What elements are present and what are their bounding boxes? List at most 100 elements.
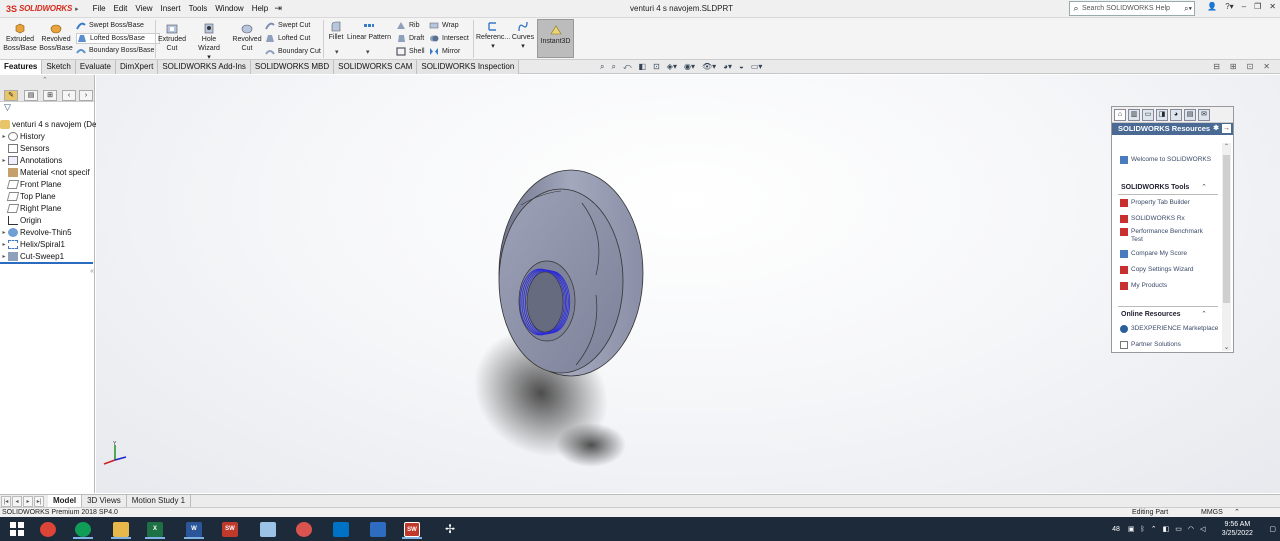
battery-icon[interactable]: ▭ (1175, 525, 1182, 533)
tree-item-right-plane[interactable]: Right Plane (0, 202, 61, 214)
custom-properties-icon[interactable]: ▤ (1184, 109, 1196, 121)
start-button[interactable] (3, 519, 31, 539)
zoom-area-icon[interactable]: ⌕ (611, 62, 615, 72)
shell-button[interactable]: Shell (396, 47, 425, 56)
tab-cam[interactable]: SOLIDWORKS CAM (334, 60, 418, 74)
property-tab-builder-link[interactable]: Property Tab Builder (1120, 199, 1190, 207)
tab-features[interactable]: Features (0, 60, 43, 74)
logo-arrow-icon[interactable]: ▸ (75, 5, 79, 13)
dynamic-annotation-icon[interactable]: ⊡ (653, 62, 660, 72)
forum-icon[interactable]: ✉ (1198, 109, 1210, 121)
taskbar-notepad[interactable] (254, 519, 282, 539)
search-go-icon[interactable]: ⌕▾ (1184, 4, 1192, 14)
benchmark-link[interactable]: Performance Benchmark Test (1120, 228, 1216, 244)
configuration-manager-tab-icon[interactable]: ⊞ (43, 90, 57, 101)
hide-show-items-icon[interactable]: 👁▾ (702, 62, 716, 72)
feature-tree-tab-icon[interactable]: ✎ (4, 90, 18, 101)
appearances-icon[interactable]: ◕ (1170, 109, 1182, 121)
revolved-cut-button[interactable]: Revolved Cut (231, 23, 263, 53)
scene-icon[interactable]: ◒ (739, 62, 744, 72)
scroll-down-icon[interactable]: ⌄ (1222, 343, 1231, 351)
expand-icon[interactable]: ▸ (0, 157, 8, 164)
tree-item-annotations[interactable]: ▸ Annotations (0, 154, 62, 166)
taskbar-excel[interactable]: X (141, 519, 169, 539)
lofted-boss-button[interactable]: Lofted Boss/Base (76, 33, 160, 44)
graphics-tile-icon[interactable]: ⊞ (1230, 62, 1237, 71)
minimize-icon[interactable]: – (1242, 2, 1246, 11)
menu-view[interactable]: View (131, 4, 156, 13)
home-icon[interactable]: ⌂ (1114, 109, 1126, 121)
tab-sketch[interactable]: Sketch (42, 60, 76, 74)
tree-item-front-plane[interactable]: Front Plane (0, 178, 61, 190)
panel-expand-icon[interactable]: « (90, 268, 94, 275)
tray-badge[interactable]: 48 (1112, 526, 1120, 533)
partner-solutions-link[interactable]: Partner Solutions (1120, 341, 1181, 349)
tree-item-revolve-thin5[interactable]: ▸ Revolve-Thin5 (0, 226, 72, 238)
menu-tools[interactable]: Tools (185, 4, 212, 13)
search-scope-icon[interactable]: ⌕ (1070, 3, 1082, 14)
tray-icon[interactable]: ▣ (1128, 525, 1135, 533)
expand-icon[interactable]: ▸ (0, 229, 8, 236)
taskbar-solidworks-active[interactable]: SW (398, 519, 426, 539)
units-dropdown-icon[interactable]: ⌃ (1234, 508, 1240, 517)
scroll-up-icon[interactable]: ⌃ (1222, 143, 1231, 150)
tree-item-material[interactable]: Material <not specif (0, 166, 90, 178)
reference-dropdown-icon[interactable]: ▾ (476, 42, 510, 51)
zoom-to-fit-icon[interactable]: ⌕ (600, 62, 604, 72)
graphics-maximize-icon[interactable]: ⊡ (1247, 62, 1254, 71)
part-model-viewport[interactable] (96, 75, 1280, 493)
curves-dropdown-icon[interactable]: ▾ (511, 42, 535, 51)
section-view-icon[interactable]: ◧ (639, 62, 647, 72)
tree-item-history[interactable]: ▸ History (0, 130, 45, 142)
clock[interactable]: 9:56 AM 3/25/2022 (1209, 520, 1265, 538)
swept-boss-button[interactable]: Swept Boss/Base (76, 21, 144, 30)
network-icon[interactable]: ◧ (1163, 525, 1170, 533)
taskbar-app-3[interactable]: ✢ (436, 519, 464, 539)
edit-appearance-icon[interactable]: ◕▾ (723, 62, 732, 72)
lofted-cut-button[interactable]: Lofted Cut (265, 34, 310, 43)
reference-geometry-button[interactable]: Referenc... ▾ (476, 21, 510, 51)
user-icon[interactable]: 👤 (1207, 2, 1217, 11)
compare-score-link[interactable]: Compare My Score (1120, 250, 1187, 258)
tab-scroll-left-icon[interactable]: ‹ (62, 90, 76, 101)
panel-collapse-icon[interactable]: ⌃ (42, 76, 48, 84)
taskbar-chrome-2[interactable] (69, 519, 97, 539)
graphics-restore-icon[interactable]: ⊟ (1213, 62, 1220, 71)
solidworks-rx-link[interactable]: SOLIDWORKS Rx (1120, 215, 1185, 223)
pin-menu-icon[interactable]: ⇥ (272, 3, 284, 14)
first-tab-icon[interactable]: |◂ (1, 495, 11, 507)
marketplace-link[interactable]: 3DEXPERIENCE Marketplace (1120, 325, 1218, 333)
file-explorer-icon[interactable]: ▭ (1142, 109, 1154, 121)
welcome-link[interactable]: Welcome to SOLIDWORKS (1120, 156, 1211, 164)
taskbar-chrome[interactable] (34, 519, 62, 539)
extruded-cut-button[interactable]: Extruded Cut (157, 23, 187, 53)
last-tab-icon[interactable]: ▸| (34, 495, 44, 507)
curves-button[interactable]: Curves ▾ (511, 21, 535, 51)
collapse-tools-icon[interactable]: ⌃ (1201, 183, 1207, 191)
help-icon[interactable]: ?▾ (1225, 2, 1233, 11)
bore-hole[interactable] (526, 271, 564, 333)
tab-motion-study[interactable]: Motion Study 1 (127, 495, 192, 507)
scroll-thumb[interactable] (1223, 155, 1230, 303)
instant3d-button[interactable]: Instant3D (537, 19, 574, 58)
swept-cut-button[interactable]: Swept Cut (265, 21, 310, 30)
menu-help[interactable]: Help (248, 4, 272, 13)
fillet-button[interactable]: Fillet (326, 21, 346, 42)
taskbar-solidworks-2018[interactable]: SW (216, 519, 244, 539)
view-orientation-icon[interactable]: ◈▾ (667, 62, 677, 72)
tree-item-sensors[interactable]: Sensors (0, 142, 49, 154)
fillet-dropdown-icon[interactable]: ▾ (335, 48, 339, 56)
tab-inspection[interactable]: SOLIDWORKS Inspection (417, 60, 520, 74)
close-icon[interactable]: ✕ (1269, 2, 1276, 11)
boundary-cut-button[interactable]: Boundary Cut (265, 47, 321, 56)
expand-icon[interactable]: ▸ (0, 133, 8, 140)
tree-item-origin[interactable]: Origin (0, 214, 41, 226)
pin-icon[interactable]: ✱ (1213, 123, 1219, 135)
previous-view-icon[interactable]: ⤺ (623, 62, 632, 72)
taskbar-explorer[interactable] (107, 519, 135, 539)
my-products-link[interactable]: My Products (1120, 282, 1167, 290)
tab-model[interactable]: Model (48, 495, 83, 507)
property-manager-tab-icon[interactable]: ▤ (24, 90, 38, 101)
prev-tab-icon[interactable]: ◂ (12, 495, 22, 507)
next-tab-icon[interactable]: ▸ (23, 495, 33, 507)
